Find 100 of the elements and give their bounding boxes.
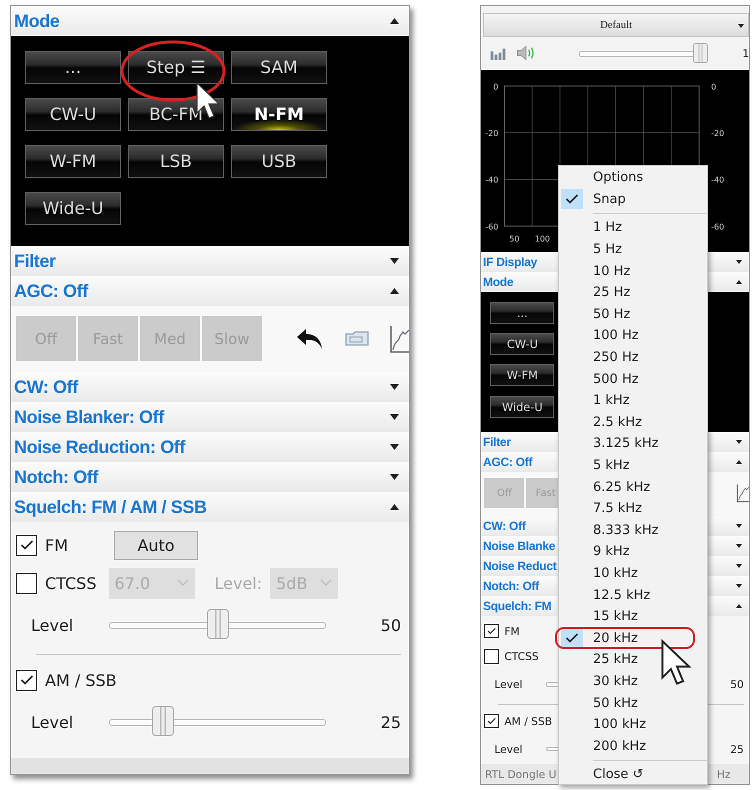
collapse-icon[interactable] [736, 604, 742, 608]
slider-thumb[interactable] [693, 42, 708, 63]
section-header[interactable]: CW: Off [11, 372, 409, 402]
menu-item[interactable]: 5 kHz [559, 454, 707, 476]
expand-icon[interactable] [390, 414, 399, 420]
collapse-icon[interactable] [736, 460, 742, 464]
checkbox[interactable] [16, 534, 37, 556]
auto-button[interactable]: Auto [114, 530, 198, 560]
menu-item[interactable]: 200 kHz [559, 735, 707, 758]
mode-button[interactable]: Wide-U [490, 396, 554, 418]
mode-button[interactable]: CW-U [25, 98, 121, 131]
checkbox-label: AM / SSB [45, 670, 117, 690]
menu-item[interactable]: 10 kHz [559, 562, 707, 584]
slider-thumb[interactable] [152, 706, 174, 736]
mode-button[interactable]: LSB [128, 145, 224, 178]
section-header[interactable]: Noise Reduction: Off [11, 432, 409, 462]
expand-icon[interactable] [390, 258, 399, 264]
checkbox[interactable] [484, 714, 499, 728]
expand-icon[interactable] [736, 440, 742, 444]
menu-item[interactable]: Snap [559, 188, 707, 210]
volume-reading: 1 [742, 46, 750, 60]
mode-button[interactable]: Wide-U [25, 192, 121, 225]
graph-icon[interactable] [389, 324, 409, 354]
chevron-icon [320, 579, 332, 587]
mode-button[interactable]: Step ☰ [128, 51, 224, 84]
status-text: Hz [716, 768, 730, 781]
chevron-icon [176, 579, 188, 587]
menu-item[interactable]: 250 Hz [559, 346, 707, 368]
menu-item[interactable]: 100 Hz [559, 325, 707, 347]
menu-item[interactable]: 9 kHz [559, 541, 707, 563]
menu-header: Options [592, 169, 644, 188]
collapse-icon[interactable] [736, 280, 742, 284]
expand-icon[interactable] [736, 260, 742, 264]
section-title: Noise Reduction: Off [14, 436, 185, 458]
mode-button[interactable]: N-FM [231, 98, 327, 131]
check-icon [20, 539, 34, 551]
menu-item[interactable]: 3.125 kHz [559, 433, 707, 455]
section-title: AGC: Off [483, 454, 532, 469]
menu-item[interactable]: 10 Hz [559, 260, 707, 282]
section-title: Noise Blanker: Off [14, 406, 164, 428]
menu-item[interactable]: 1 Hz [559, 217, 707, 239]
collapse-icon[interactable] [390, 288, 399, 294]
slider-thumb[interactable] [206, 609, 228, 639]
mode-button[interactable]: USB [231, 145, 327, 178]
section-title: Squelch: FM [483, 598, 552, 613]
menu-item[interactable]: 8.333 kHz [559, 520, 707, 542]
section-header[interactable]: Notch: Off [11, 462, 409, 492]
menu-item[interactable]: 5 Hz [559, 238, 707, 260]
checkbox[interactable] [484, 649, 499, 664]
preset-dropdown[interactable]: Default [483, 12, 750, 37]
tone-level-label: Level: [214, 574, 262, 592]
expand-icon[interactable] [736, 584, 742, 588]
mode-button[interactable]: CW-U [490, 332, 554, 355]
mode-button[interactable]: SAM [231, 51, 327, 84]
menu-item[interactable]: 25 kHz [559, 649, 707, 671]
checkbox[interactable] [16, 572, 37, 594]
menu-item[interactable]: Close ↺ [559, 764, 707, 786]
graph-icon[interactable] [736, 483, 750, 504]
section-header[interactable]: Noise Blanker: Off [11, 402, 409, 432]
collapse-icon[interactable] [390, 504, 399, 510]
level-label: Level [494, 678, 524, 691]
section-title: Squelch: FM / AM / SSB [14, 496, 207, 518]
menu-item[interactable]: 500 Hz [559, 368, 707, 390]
menu-item[interactable]: 50 kHz [559, 692, 707, 714]
level-label: Level [31, 712, 74, 732]
section-title: CW: Off [14, 376, 78, 398]
menu-item[interactable]: 50 Hz [559, 304, 707, 326]
collapse-icon[interactable] [390, 18, 399, 24]
section-title: IF Display [483, 254, 538, 269]
menu-item[interactable]: 12.5 kHz [559, 584, 707, 606]
section-header[interactable]: Squelch: FM / AM / SSB [11, 492, 409, 522]
menu-item[interactable]: 1 kHz [559, 390, 707, 412]
section-title: CW: Off [483, 518, 526, 533]
menu-item[interactable]: 15 kHz [559, 606, 707, 628]
menu-item[interactable]: 25 Hz [559, 282, 707, 304]
expand-icon[interactable] [390, 384, 399, 390]
undo-icon[interactable] [295, 326, 325, 350]
mode-button[interactable]: W-FM [490, 364, 554, 386]
menu-item[interactable]: 2.5 kHz [559, 412, 707, 434]
speaker-icon[interactable] [516, 45, 536, 62]
level-label: Level [494, 742, 524, 756]
mode-button[interactable]: W-FM [25, 145, 121, 178]
mode-button[interactable]: ... [25, 51, 121, 84]
expand-icon[interactable] [390, 474, 399, 480]
checkbox[interactable] [484, 624, 499, 638]
section-header[interactable]: Mode [11, 6, 409, 36]
check-icon [20, 674, 34, 686]
checkbox-label: FM [504, 624, 520, 638]
expand-icon[interactable] [736, 524, 742, 528]
menu-item[interactable]: 30 kHz [559, 670, 707, 692]
expand-icon[interactable] [736, 564, 742, 568]
checkbox[interactable] [16, 670, 37, 690]
expand-icon[interactable] [390, 444, 399, 450]
section-title: Notch: Off [483, 578, 539, 593]
menu-item[interactable]: 100 kHz [559, 714, 707, 736]
expand-icon[interactable] [736, 544, 742, 548]
section-header[interactable]: Filter [11, 246, 409, 276]
bar-chart-icon[interactable] [490, 46, 506, 61]
mode-button[interactable]: ... [490, 302, 554, 324]
section-header[interactable]: AGC: Off [11, 276, 409, 306]
